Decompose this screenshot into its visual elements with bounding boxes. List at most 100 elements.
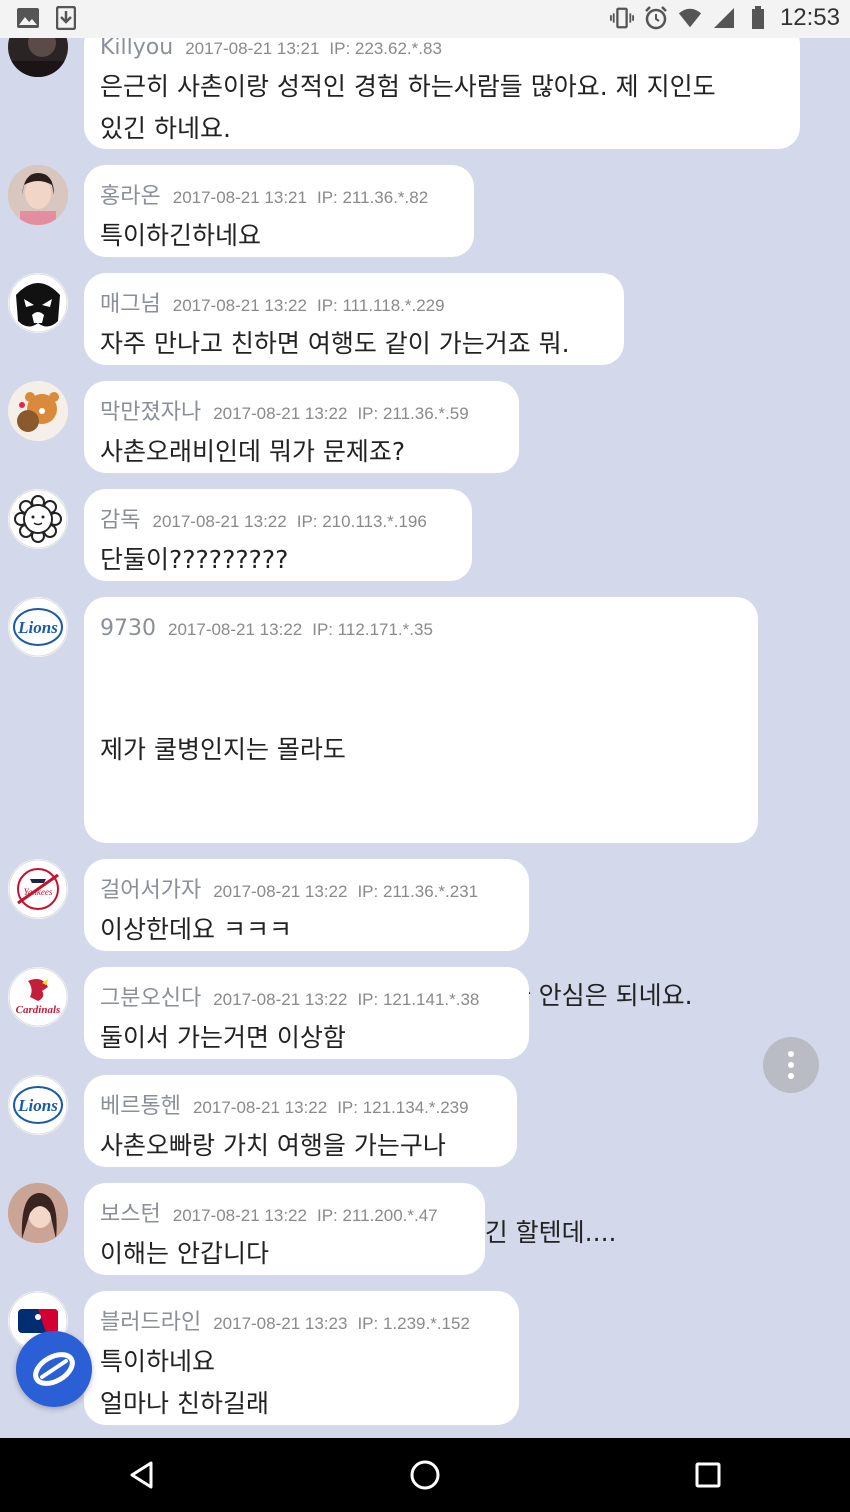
nickname[interactable]: 베르통헨 [100, 1094, 181, 1119]
app-logo-button[interactable] [16, 1331, 92, 1407]
comment-text: 이상한데요 ㅋㅋㅋ [100, 909, 511, 951]
ip-address: IP: 1.239.*.152 [357, 1314, 470, 1333]
svg-text:Cardinals: Cardinals [16, 1004, 61, 1016]
timestamp: 2017-08-21 13:22 [168, 620, 303, 639]
comment-bubble: 감독 2017-08-21 13:22 IP: 210.113.*.196 단둘이?… [84, 489, 472, 581]
comment-text: 이해는 안갑니다 [100, 1233, 467, 1275]
comment-meta: 감독 2017-08-21 13:22 IP: 210.113.*.196 [100, 509, 454, 535]
timestamp: 2017-08-21 13:22 [213, 990, 348, 1009]
clock-time: 12:53 [779, 4, 840, 31]
comment-meta: 베르통헨 2017-08-21 13:22 IP: 121.134.*.239 [100, 1095, 499, 1121]
lions-logo-icon[interactable]: Lions [8, 1075, 68, 1135]
status-bar: 12:53 [0, 0, 850, 38]
comment-meta: 9730 2017-08-21 13:22 IP: 112.171.*.35 [100, 617, 740, 643]
comment-line: 이해는 안갑니다 [100, 1239, 269, 1268]
mask-icon[interactable] [8, 273, 68, 333]
comment-text: 특이하긴하네요 [100, 215, 456, 257]
timestamp: 2017-08-21 13:22 [192, 1098, 328, 1117]
timestamp: 2017-08-21 13:23 [213, 1314, 348, 1333]
comment-line: 은근히 사촌이랑 성적인 경험 하는사람들 많아요. 제 지인도 [100, 72, 716, 101]
recents-square-icon [695, 1462, 721, 1488]
nickname[interactable]: 감독 [100, 508, 140, 533]
download-icon [54, 6, 78, 30]
comment-meta: 걸어서가자 2017-08-21 13:22 IP: 211.36.*.231 [100, 879, 511, 905]
nickname[interactable]: 블러드라인 [100, 1310, 201, 1335]
ip-address: IP: 211.36.*.59 [357, 404, 469, 423]
nickname[interactable]: 매그넘 [100, 292, 161, 317]
nickname[interactable]: 걸어서가자 [100, 878, 201, 903]
timestamp: 2017-08-21 13:21 [185, 39, 320, 58]
ip-address: IP: 112.171.*.35 [312, 620, 433, 639]
comment-bubble: 블러드라인 2017-08-21 13:23 IP: 1.239.*.152 특이하… [84, 1291, 519, 1425]
comment-bubble: 매그넘 2017-08-21 13:22 IP: 111.118.*.229 자주 … [84, 273, 624, 365]
more-options-button[interactable] [763, 1037, 819, 1093]
nickname[interactable]: 홍라온 [100, 184, 161, 209]
comment-line: 이상한데요 ㅋㅋㅋ [100, 915, 292, 944]
comment-bubble: 9730 2017-08-21 13:22 IP: 112.171.*.35 제가 … [84, 597, 758, 1247]
bear-icon[interactable] [8, 381, 68, 441]
svg-text:Lions: Lions [17, 618, 58, 637]
comment-text: 단둘이????????? [100, 539, 454, 581]
comment-line: 단둘이????????? [100, 545, 289, 574]
ip-address: IP: 223.62.*.83 [329, 39, 442, 58]
comment-bubble: Killyou 2017-08-21 13:21 IP: 223.62.*.83 은… [84, 22, 800, 149]
comment-meta: 막만졌자나 2017-08-21 13:22 IP: 211.36.*.59 [100, 401, 501, 427]
comment-line: 자주 만나고 친하면 여행도 같이 가는거죠 뭐. [100, 329, 570, 358]
comment-line: 특이하네요 [100, 1347, 216, 1376]
comment-feed[interactable]: Killyou 2017-08-21 13:21 IP: 223.62.*.83 은… [0, 0, 850, 1438]
comment-bubble: 걸어서가자 2017-08-21 13:22 IP: 211.36.*.231 이상… [84, 859, 529, 951]
ip-address: IP: 111.118.*.229 [316, 296, 445, 315]
navigation-bar [0, 1438, 850, 1512]
nickname[interactable]: 보스턴 [100, 1202, 161, 1227]
comment-text: 은근히 사촌이랑 성적인 경험 하는사람들 많아요. 제 지인도있긴 하네요. [100, 66, 782, 150]
avatar[interactable] [8, 165, 68, 225]
comment-bubble: 홍라온 2017-08-21 13:21 IP: 211.36.*.82 특이하긴하… [84, 165, 474, 257]
comment-bubble: 보스턴 2017-08-21 13:22 IP: 211.200.*.47 이해는 … [84, 1183, 485, 1275]
lions-logo-icon[interactable]: Lions [8, 597, 68, 657]
ip-address: IP: 211.36.*.231 [357, 882, 479, 901]
battery-icon [746, 6, 770, 30]
more-dot [788, 1073, 794, 1079]
ip-address: IP: 211.200.*.47 [316, 1206, 438, 1225]
comment-bubble: 베르통헨 2017-08-21 13:22 IP: 121.134.*.239 사촌… [84, 1075, 517, 1167]
comment-text: 둘이서 가는거면 이상함 [100, 1017, 511, 1059]
ip-address: IP: 121.141.*.38 [357, 990, 480, 1009]
app-logo-icon [33, 1352, 75, 1386]
flower-face-icon[interactable] [8, 489, 68, 549]
comment-meta: Killyou 2017-08-21 13:21 IP: 223.62.*.83 [100, 36, 782, 62]
more-dot [788, 1051, 794, 1057]
back-triangle-icon [130, 1461, 153, 1489]
nickname[interactable]: 9730 [100, 616, 156, 641]
timestamp: 2017-08-21 13:22 [213, 882, 348, 901]
comment-bubble: 그분오신다 2017-08-21 13:22 IP: 121.141.*.38 둘이… [84, 967, 529, 1059]
timestamp: 2017-08-21 13:22 [152, 512, 287, 531]
recents-button[interactable] [678, 1445, 738, 1505]
ip-address: IP: 210.113.*.196 [296, 512, 427, 531]
comment-line: 사촌오빠랑 가치 여행을 가는구나 [100, 1131, 446, 1160]
yankees-logo-icon[interactable]: Yankees [8, 859, 68, 919]
comment-line: 있긴 하네요. [100, 114, 231, 143]
home-button[interactable] [395, 1445, 455, 1505]
back-button[interactable] [112, 1445, 172, 1505]
comment-line: 특이하긴하네요 [100, 221, 262, 250]
avatar[interactable] [8, 1183, 68, 1243]
nickname[interactable]: 그분오신다 [100, 986, 201, 1011]
signal-icon [712, 6, 736, 30]
timestamp: 2017-08-21 13:21 [172, 188, 307, 207]
comment-meta: 보스턴 2017-08-21 13:22 IP: 211.200.*.47 [100, 1203, 467, 1229]
comment-line: 제가 쿨병인지는 몰라도 [100, 735, 346, 764]
comment-text: 특이하네요얼마나 친하길래 [100, 1341, 501, 1425]
comment-line: 얼마나 친하길래 [100, 1389, 269, 1418]
nickname[interactable]: 막만졌자나 [100, 400, 201, 425]
comment-text: 사촌오래비인데 뭐가 문제죠? [100, 431, 501, 473]
wifi-icon [678, 6, 702, 30]
timestamp: 2017-08-21 13:22 [172, 1206, 307, 1225]
comment-meta: 블러드라인 2017-08-21 13:23 IP: 1.239.*.152 [100, 1311, 501, 1337]
home-circle-icon [410, 1460, 440, 1490]
more-dot [788, 1062, 794, 1068]
nickname[interactable]: Killyou [100, 35, 173, 60]
comment-text: 자주 만나고 친하면 여행도 같이 가는거죠 뭐. [100, 323, 606, 365]
comment-line: 둘이서 가는거면 이상함 [100, 1023, 346, 1052]
cardinals-logo-icon[interactable]: Cardinals [8, 967, 68, 1027]
svg-text:Yankees: Yankees [24, 887, 53, 897]
